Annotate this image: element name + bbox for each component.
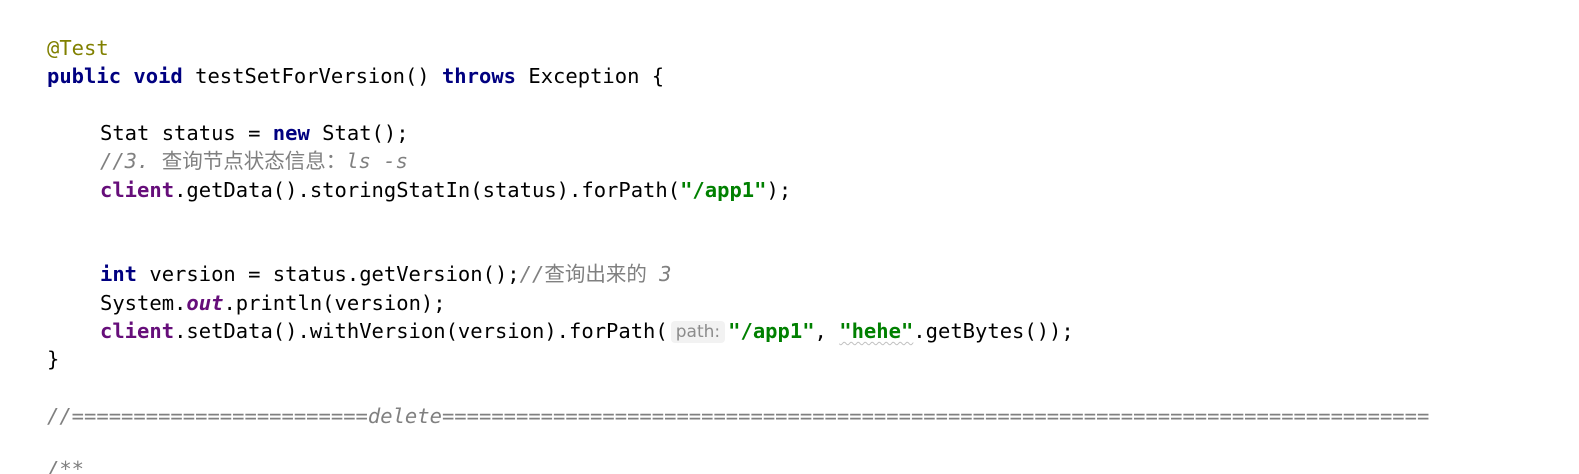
string-path: "/app1" [680,178,767,202]
version-comment-number: 3 [646,262,672,286]
code-line-comment-query: //3. 查询节点状态信息：ls -s [47,147,408,175]
javadoc-start: /** [47,457,85,474]
delete-separator: //========================delete========… [47,404,1430,428]
keyword-int: int [100,262,138,286]
string-hehe: "hehe" [839,319,913,343]
system-class: System. [100,291,187,315]
string-hehe-text: "hehe" [839,319,914,343]
stat-ctor: Stat(); [309,121,409,145]
code-line-getdata: client.getData().storingStatIn(status).f… [47,176,791,204]
parameter-hint-path: path: [670,321,726,343]
exception-type: Exception { [528,64,665,88]
code-line-javadoc-start: /** [47,455,84,474]
setdata-call: .setData().withVersion(version).forPath( [174,319,668,343]
version-decl: version = status.getVersion(); [137,262,520,286]
comma: , [814,319,840,343]
println-call: .println(version); [223,291,446,315]
keyword-public: public [47,64,122,88]
annotation-test: @Test [47,36,109,60]
keyword-void: void [133,64,183,88]
version-comment-prefix: // [519,262,545,286]
version-comment-chinese: 查询出来的 [544,262,647,286]
client-field: client [100,178,175,202]
code-line-separator-comment: //========================delete========… [47,402,1429,430]
setdata-end: .getBytes()); [913,319,1074,343]
code-line-method-signature: public void testSetForVersion() throws E… [47,62,664,90]
keyword-new: new [272,121,310,145]
code-line-setdata: client.setData().withVersion(version).fo… [47,317,1074,345]
client-field: client [100,319,175,343]
static-out: out [186,291,224,315]
code-line-annotation: @Test [47,34,109,62]
close-brace: } [47,347,60,371]
keyword-throws: throws [441,64,517,88]
code-editor[interactable]: @Test public void testSetForVersion() th… [0,0,1579,474]
getdata-call: .getData().storingStatIn(status).forPath… [174,178,681,202]
code-line-version: int version = status.getVersion();//查询出来… [47,260,672,288]
getdata-end: ); [766,178,792,202]
comment-prefix: //3. [100,149,162,173]
comment-chinese: 查询节点状态信息： [161,149,347,173]
stat-decl: Stat status = [100,121,273,145]
method-name: testSetForVersion() [195,64,430,88]
string-path: "/app1" [728,319,815,343]
code-line-close-brace: } [47,345,59,373]
comment-suffix: ls -s [346,149,408,173]
code-line-println: System.out.println(version); [47,289,446,317]
code-line-stat-declaration: Stat status = new Stat(); [47,119,409,147]
